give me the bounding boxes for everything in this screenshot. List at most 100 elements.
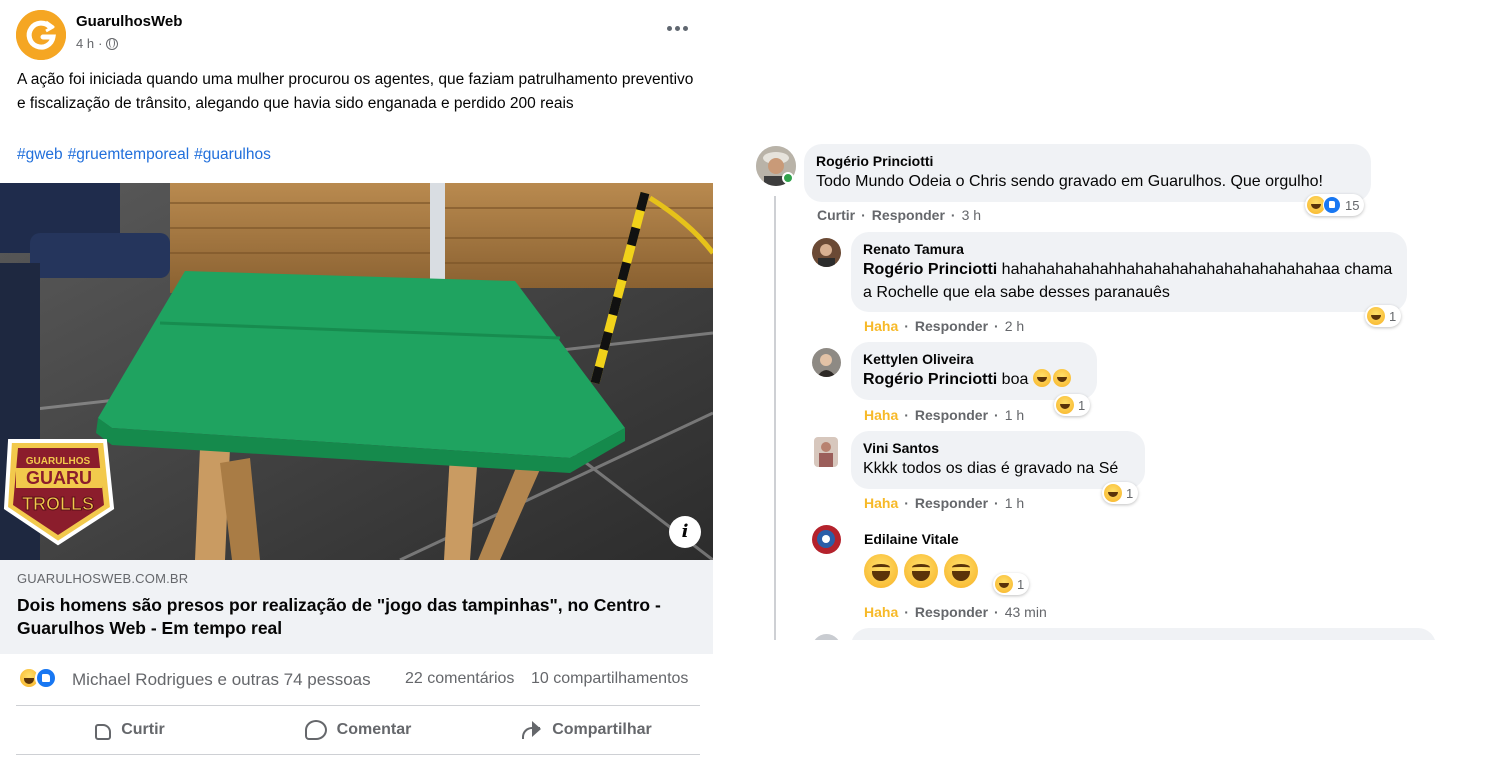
globe-icon <box>106 37 119 50</box>
comment-time[interactable]: 1 h <box>1005 495 1024 511</box>
comment-reactions[interactable]: 1 <box>993 573 1030 595</box>
page-avatar[interactable] <box>16 10 66 60</box>
info-icon[interactable]: i <box>669 516 701 548</box>
link-title[interactable]: Dois homens são presos por realização de… <box>17 594 697 640</box>
facebook-post: GuarulhosWeb 4 h · A ação foi iniciada q… <box>0 0 713 758</box>
haha-comment-button[interactable]: Haha <box>864 318 898 334</box>
comment-icon <box>304 720 327 740</box>
haha-comment-button[interactable]: Haha <box>864 604 898 620</box>
like-reaction-icon <box>1323 196 1341 214</box>
reaction-count: 1 <box>1017 576 1025 592</box>
avatar[interactable] <box>812 525 841 554</box>
link-preview-card[interactable]: GUARULHOSWEB.COM.BR Dois homens são pres… <box>0 560 713 654</box>
like-comment-button[interactable]: Curtir <box>817 207 855 223</box>
page-name-link[interactable]: GuarulhosWeb <box>76 13 182 30</box>
hashtag-link[interactable]: #guarulhos <box>194 146 271 164</box>
comment-count[interactable]: 22 comentários <box>405 670 514 688</box>
mention-link[interactable]: Rogério Princiotti <box>863 261 997 278</box>
post-time[interactable]: 4 h <box>76 36 94 51</box>
haha-reaction-icon <box>1056 396 1074 414</box>
comment-bubble: Renato Tamura Rogério Princiotti hahahah… <box>851 232 1407 312</box>
laughing-emoji-icon <box>1052 369 1071 387</box>
haha-reaction-icon <box>995 575 1013 593</box>
comment-reactions[interactable]: 1 <box>1102 482 1139 504</box>
link-domain: GUARULHOSWEB.COM.BR <box>17 571 189 586</box>
avatar[interactable] <box>812 634 841 640</box>
laughing-emoji-icon <box>864 554 898 588</box>
like-label: Curtir <box>121 721 165 738</box>
more-options-icon[interactable] <box>667 24 689 32</box>
share-label: Compartilhar <box>552 721 652 738</box>
hashtag-link[interactable]: #gweb <box>17 146 63 164</box>
reaction-icons[interactable] <box>18 667 57 689</box>
reaction-count: 15 <box>1345 197 1360 213</box>
green-table-photo: GUARULHOS GUARU TROLLS <box>0 183 713 560</box>
share-count[interactable]: 10 compartilhamentos <box>531 670 688 688</box>
comment-time[interactable]: 43 min <box>1005 604 1047 620</box>
comment-reactions[interactable]: 1 <box>1054 394 1091 416</box>
comment-author[interactable]: Edilaine Vitale <box>864 531 959 547</box>
guarulhosweb-logo-icon <box>16 10 66 60</box>
post-header: GuarulhosWeb 4 h · <box>16 10 697 60</box>
hashtag-list: #gweb #gruemtemporeal #guarulhos <box>17 146 271 164</box>
comment-author[interactable]: Kettylen Oliveira <box>863 351 974 367</box>
comment-text: Rogério Princiotti hahahahahahahhahahaha… <box>863 261 1393 301</box>
comment-bubble: Kettylen Oliveira Rogério Princiotti boa <box>851 342 1097 400</box>
mention-link[interactable]: Rogério Princiotti <box>863 371 997 388</box>
emoji-comment <box>864 554 984 590</box>
comment-author[interactable]: Renato Tamura <box>863 241 964 257</box>
comment-bubble: Rogério Princiotti Todo Mundo Odeia o Ch… <box>804 144 1371 202</box>
reaction-count: 1 <box>1126 485 1134 501</box>
haha-reaction-icon <box>1367 307 1385 325</box>
like-button[interactable]: Curtir <box>16 706 244 754</box>
haha-reaction-icon <box>1104 484 1122 502</box>
reaction-count: 1 <box>1078 397 1086 413</box>
comment-bubble <box>851 628 1436 640</box>
thumbs-up-icon <box>95 723 112 740</box>
avatar[interactable] <box>812 348 841 377</box>
comment-button[interactable]: Comentar <box>244 706 472 754</box>
reaction-count: 1 <box>1389 308 1397 324</box>
comment-reactions[interactable]: 15 <box>1305 194 1365 216</box>
comment-thread: Rogério Princiotti Todo Mundo Odeia o Ch… <box>740 138 1460 640</box>
user-photo-icon <box>812 238 841 267</box>
reply-button[interactable]: Responder <box>915 318 988 334</box>
comment-actions: Curtir · Responder · 3 h <box>817 207 982 223</box>
user-photo-icon <box>812 348 841 377</box>
like-reaction-icon <box>35 667 57 689</box>
comment-label: Comentar <box>336 721 412 738</box>
comment-actions: Haha · Responder · 2 h <box>864 318 1025 334</box>
svg-text:GUARULHOS: GUARULHOS <box>26 456 91 467</box>
online-status-dot <box>782 172 794 184</box>
avatar[interactable] <box>814 437 838 467</box>
hashtag-link[interactable]: #gruemtemporeal <box>68 146 189 164</box>
reply-button[interactable]: Responder <box>915 604 988 620</box>
reactors-summary[interactable]: Michael Rodrigues e outras 74 pessoas <box>72 670 371 690</box>
reply-button[interactable]: Responder <box>872 207 945 223</box>
laughing-emoji-icon <box>904 554 938 588</box>
comment-actions: Haha · Responder · 43 min <box>864 604 1047 620</box>
svg-text:TROLLS: TROLLS <box>22 494 94 514</box>
comment-time[interactable]: 3 h <box>962 207 981 223</box>
user-photo-icon <box>814 437 838 467</box>
comment-actions: Haha · Responder · 1 h <box>864 407 1025 423</box>
comment-time[interactable]: 2 h <box>1005 318 1024 334</box>
post-text: A ação foi iniciada quando uma mulher pr… <box>17 71 694 112</box>
svg-text:GUARU: GUARU <box>26 468 92 488</box>
avatar[interactable] <box>812 238 841 267</box>
comment-text: Kkkk todos os dias é gravado na Sé <box>863 460 1119 477</box>
haha-comment-button[interactable]: Haha <box>864 407 898 423</box>
comment-author[interactable]: Vini Santos <box>863 440 939 456</box>
post-actions: Curtir Comentar Compartilhar <box>16 705 700 755</box>
link-preview-image[interactable]: GUARULHOS GUARU TROLLS i <box>0 183 713 560</box>
comment-text: Rogério Princiotti boa <box>863 368 1085 391</box>
comment-actions: Haha · Responder · 1 h <box>864 495 1025 511</box>
haha-comment-button[interactable]: Haha <box>864 495 898 511</box>
comment-reactions[interactable]: 1 <box>1365 305 1402 327</box>
share-icon <box>520 721 542 739</box>
comment-author[interactable]: Rogério Princiotti <box>816 153 933 169</box>
reply-button[interactable]: Responder <box>915 495 988 511</box>
comment-time[interactable]: 1 h <box>1005 407 1024 423</box>
reply-button[interactable]: Responder <box>915 407 988 423</box>
share-button[interactable]: Compartilhar <box>472 706 700 754</box>
